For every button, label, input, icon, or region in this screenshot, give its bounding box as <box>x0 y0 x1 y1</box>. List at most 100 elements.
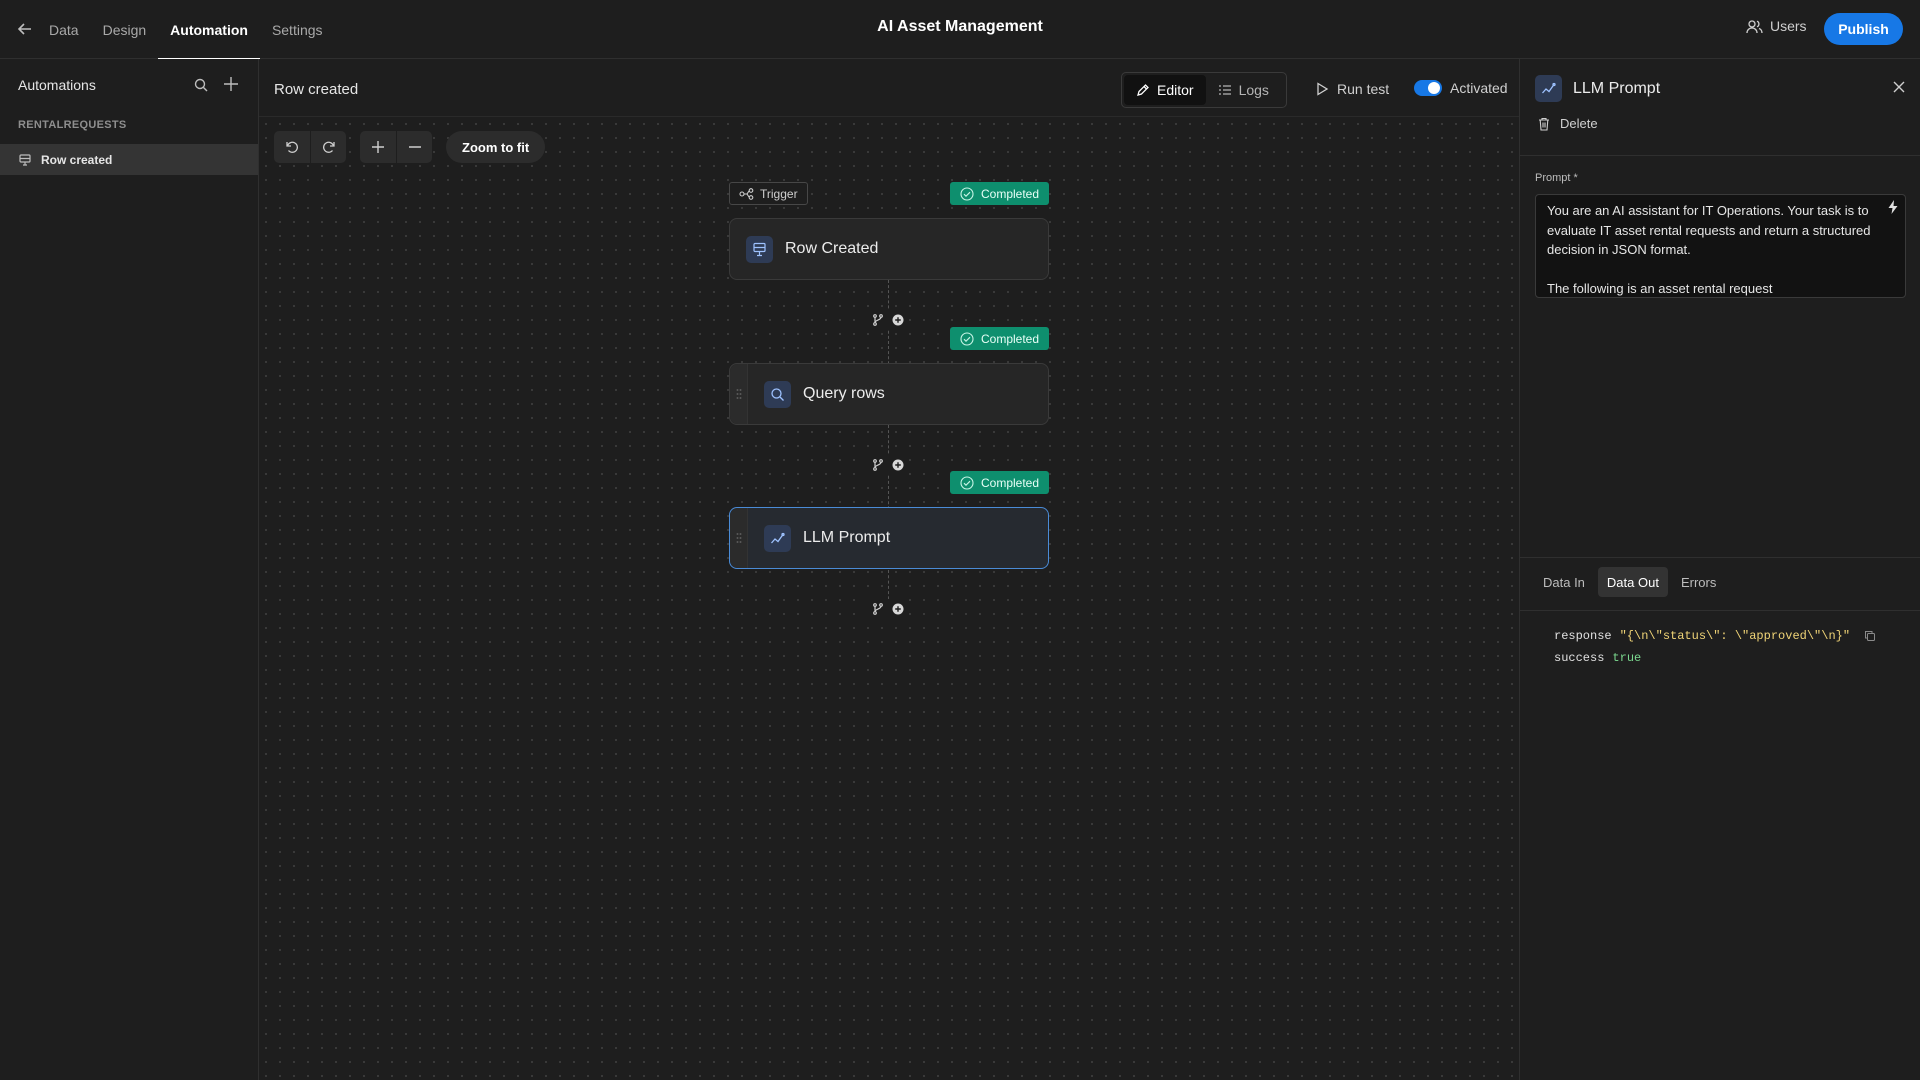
tab-errors[interactable]: Errors <box>1672 567 1725 597</box>
tab-data-in[interactable]: Data In <box>1534 567 1594 597</box>
zoom-controls <box>360 131 432 163</box>
run-test-button[interactable]: Run test <box>1316 81 1389 97</box>
automation-title: Row created <box>274 81 359 98</box>
tab-automation[interactable]: Automation <box>158 0 260 60</box>
users-label: Users <box>1770 18 1807 34</box>
output-key: success <box>1554 651 1605 665</box>
branch-icon[interactable] <box>871 313 885 327</box>
lightning-bolt-icon[interactable] <box>1887 200 1899 214</box>
zoom-out-icon[interactable] <box>396 131 432 163</box>
activated-toggle[interactable] <box>1414 80 1442 96</box>
tab-data-out[interactable]: Data Out <box>1597 567 1668 597</box>
check-circle-icon <box>960 475 974 490</box>
zoom-in-icon[interactable] <box>360 131 396 163</box>
close-icon[interactable] <box>1891 79 1907 95</box>
status-label: Completed <box>981 331 1040 346</box>
status-label: Completed <box>981 186 1040 201</box>
pencil-icon <box>1136 83 1150 97</box>
step-llm-prompt[interactable]: LLM Prompt <box>729 507 1049 569</box>
search-icon[interactable] <box>193 77 209 93</box>
check-circle-icon <box>960 186 974 201</box>
sparkline-icon <box>764 524 791 552</box>
step-label: Row Created <box>785 240 879 257</box>
prompt-textarea[interactable]: You are an AI assistant for IT Operation… <box>1535 194 1906 298</box>
editor-label: Editor <box>1157 82 1194 98</box>
output-key: response <box>1554 629 1612 643</box>
step-actions <box>867 455 909 475</box>
branch-icon[interactable] <box>871 602 885 616</box>
status-badge: Completed <box>950 471 1049 494</box>
sidebar-title: Automations <box>18 77 96 93</box>
step-config-panel: LLM Prompt Delete Prompt * You are an AI… <box>1519 59 1920 1080</box>
tab-design[interactable]: Design <box>91 0 159 59</box>
canvas-header: Row created Editor Logs Run test Activat… <box>259 59 1519 117</box>
prompt-label: Prompt * <box>1535 172 1578 184</box>
undo-icon[interactable] <box>274 131 310 163</box>
top-bar: Data Design Automation Settings AI Asset… <box>0 0 1920 60</box>
publish-button[interactable]: Publish <box>1824 13 1903 45</box>
back-arrow-icon[interactable] <box>15 19 35 39</box>
editor-tab[interactable]: Editor <box>1124 75 1206 105</box>
sidebar-item-row-created[interactable]: Row created <box>0 144 258 175</box>
status-badge: Completed <box>950 182 1049 205</box>
divider <box>1520 155 1920 156</box>
add-step-icon[interactable] <box>891 458 905 472</box>
users-button[interactable]: Users <box>1746 18 1807 34</box>
run-test-label: Run test <box>1337 81 1390 97</box>
tab-data[interactable]: Data <box>49 0 91 59</box>
step-row-created[interactable]: Row Created <box>729 218 1049 280</box>
table-rows-icon <box>19 153 31 166</box>
view-switcher: Editor Logs <box>1121 72 1287 108</box>
step-actions <box>867 310 909 330</box>
trash-icon <box>1538 117 1550 131</box>
io-tabs: Data In Data Out Errors <box>1534 567 1725 597</box>
output-row-success: success true <box>1554 647 1876 669</box>
sidebar-item-label: Row created <box>41 152 113 167</box>
status-label: Completed <box>981 475 1040 490</box>
output-value: true <box>1612 651 1642 665</box>
drag-handle-icon[interactable] <box>730 364 748 424</box>
logs-tab[interactable]: Logs <box>1206 75 1281 105</box>
activated-toggle-group: Activated <box>1414 80 1508 96</box>
history-controls <box>274 131 346 163</box>
step-query-rows[interactable]: Query rows <box>729 363 1049 425</box>
add-step-icon[interactable] <box>891 602 905 616</box>
drag-handle-icon[interactable] <box>730 508 748 568</box>
step-actions <box>867 599 909 619</box>
redo-icon[interactable] <box>310 131 346 163</box>
panel-header: LLM Prompt <box>1535 75 1660 102</box>
delete-label: Delete <box>1560 116 1598 131</box>
branch-icon[interactable] <box>871 458 885 472</box>
users-icon <box>1746 19 1763 34</box>
trigger-pill: Trigger <box>729 182 808 205</box>
tab-settings[interactable]: Settings <box>260 0 335 59</box>
automations-sidebar: Automations RENTALREQUESTS Row created <box>0 59 259 1080</box>
delete-button[interactable]: Delete <box>1538 116 1598 131</box>
copy-icon[interactable] <box>1864 630 1876 642</box>
panel-title: LLM Prompt <box>1573 79 1661 97</box>
step-label: Query rows <box>803 385 885 402</box>
add-step-icon[interactable] <box>891 313 905 327</box>
plus-icon[interactable] <box>222 75 240 93</box>
logs-label: Logs <box>1238 82 1269 98</box>
check-circle-icon <box>960 331 974 346</box>
table-rows-icon <box>746 235 773 263</box>
main-nav: Data Design Automation Settings <box>49 0 335 60</box>
status-badge: Completed <box>950 327 1049 350</box>
automation-canvas[interactable]: Zoom to fit Trigger Completed Row Create… <box>259 117 1519 1080</box>
divider <box>1520 610 1920 611</box>
sparkline-icon <box>1535 75 1562 102</box>
sidebar-group-label: RENTALREQUESTS <box>18 119 127 131</box>
zoom-to-fit-button[interactable]: Zoom to fit <box>446 131 546 163</box>
data-out-view: response "{\n\"status\": \"approved\"\n}… <box>1554 625 1876 669</box>
trigger-flow-icon <box>739 187 754 200</box>
output-value: "{\n\"status\": \"approved\"\n}" <box>1619 629 1851 643</box>
activated-label: Activated <box>1450 80 1508 96</box>
list-icon <box>1218 83 1232 97</box>
trigger-label: Trigger <box>760 186 798 201</box>
play-icon <box>1316 82 1329 96</box>
search-icon <box>764 380 791 408</box>
output-row-response: response "{\n\"status\": \"approved\"\n}… <box>1554 625 1876 647</box>
divider <box>1520 557 1920 558</box>
step-label: LLM Prompt <box>803 529 891 546</box>
